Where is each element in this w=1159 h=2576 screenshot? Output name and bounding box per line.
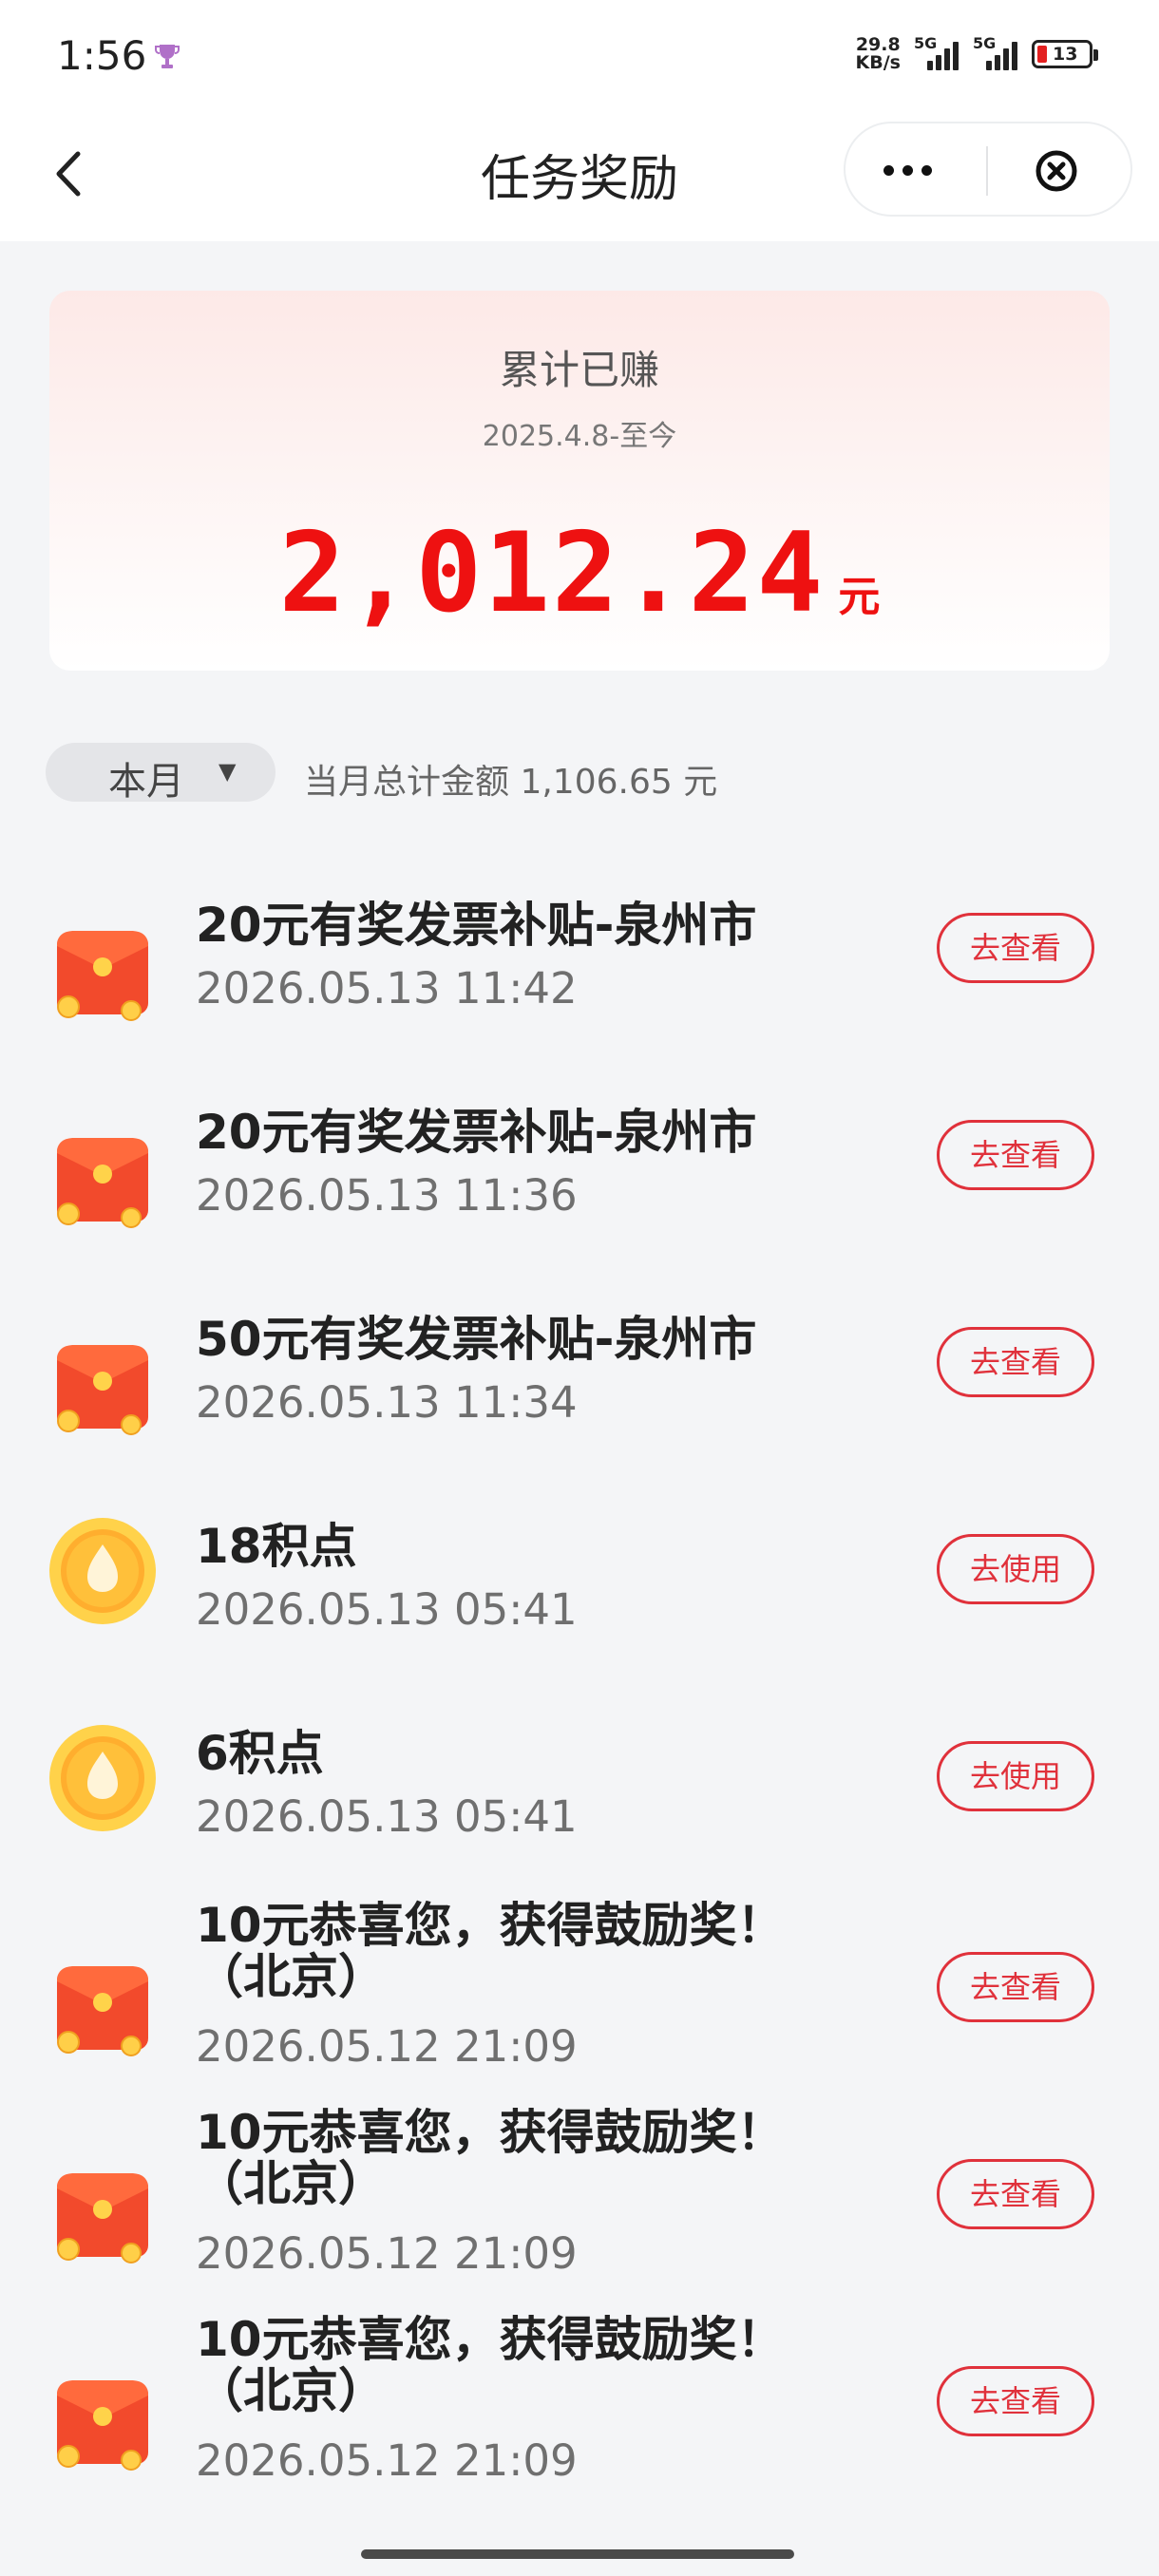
red-envelope-icon (57, 1138, 148, 1228)
summary-date-range: 2025.4.8-至今 (482, 420, 677, 453)
list-item: 10元恭喜您，获得鼓励奖！（北京） 2026.05.12 21:09 去查看 (0, 2314, 1159, 2521)
currency-unit: 元 (838, 573, 881, 621)
mini-program-capsule (844, 122, 1132, 217)
battery-level (1037, 46, 1047, 63)
list-item: 20元有奖发票补贴-泉州市 2026.05.13 11:42 去查看 (0, 866, 1159, 1073)
red-envelope-icon (57, 2173, 148, 2263)
caret-down-icon: ▼ (218, 758, 237, 785)
trophy-icon (155, 45, 180, 68)
month-selector[interactable]: 本月 ▼ (46, 743, 276, 804)
battery-icon: 13 (1032, 40, 1098, 68)
view-button[interactable]: 去查看 (937, 1327, 1094, 1397)
status-bar: 1:56 29.8 KB/s 5G 5G 13 (0, 0, 1159, 114)
list-item: 18积点 2026.05.13 05:41 去使用 (0, 1487, 1159, 1695)
reward-date: 2026.05.13 05:41 (196, 1584, 578, 1635)
reward-date: 2026.05.12 21:09 (196, 2228, 578, 2279)
list-item: 10元恭喜您，获得鼓励奖！（北京） 2026.05.12 21:09 去查看 (0, 2107, 1159, 2314)
signal-tag-2: 5G (973, 34, 997, 52)
list-item: 10元恭喜您，获得鼓励奖！（北京） 2026.05.12 21:09 去查看 (0, 1900, 1159, 2107)
reward-date: 2026.05.12 21:09 (196, 2435, 578, 2486)
reward-title: 10元恭喜您，获得鼓励奖！（北京） (196, 1898, 785, 2004)
list-item: 6积点 2026.05.13 05:41 去使用 (0, 1695, 1159, 1902)
signal-tag: 5G (914, 34, 938, 52)
capsule-divider (986, 146, 988, 196)
month-total-amount: 当月总计金额 1,106.65 元 (304, 763, 718, 802)
reward-date: 2026.05.13 11:36 (196, 1170, 578, 1221)
summary-label: 累计已赚 (499, 347, 659, 393)
list-item: 20元有奖发票补贴-泉州市 2026.05.13 11:36 去查看 (0, 1073, 1159, 1280)
use-button[interactable]: 去使用 (937, 1534, 1094, 1604)
reward-title: 20元有奖发票补贴-泉州市 (196, 898, 757, 953)
close-button[interactable] (1034, 148, 1079, 194)
view-button[interactable]: 去查看 (937, 913, 1094, 983)
reward-date: 2026.05.13 11:42 (196, 963, 578, 1013)
view-button[interactable]: 去查看 (937, 1952, 1094, 2022)
status-time: 1:56 (57, 32, 147, 79)
red-envelope-icon (57, 1966, 148, 2056)
list-item: 50元有奖发票补贴-泉州市 2026.05.13 11:34 去查看 (0, 1280, 1159, 1487)
reward-title: 50元有奖发票补贴-泉州市 (196, 1312, 757, 1367)
reward-date: 2026.05.13 05:41 (196, 1791, 578, 1842)
reward-title: 6积点 (196, 1726, 324, 1781)
home-indicator[interactable] (361, 2549, 794, 2559)
battery-percent: 13 (1053, 44, 1078, 65)
reward-date: 2026.05.13 11:34 (196, 1377, 578, 1428)
red-envelope-icon (57, 931, 148, 1021)
nav-bar: 任务奖励 (0, 114, 1159, 241)
circle-close-icon (1036, 150, 1077, 192)
use-button[interactable]: 去使用 (937, 1741, 1094, 1811)
signal-strength-icon-2: 5G (973, 34, 1018, 70)
month-filter-row: 本月 ▼ 当月总计金额 1,106.65 元 (46, 743, 1119, 804)
reward-title: 10元恭喜您，获得鼓励奖！（北京） (196, 2105, 785, 2211)
month-selector-label: 本月 (108, 760, 184, 804)
red-envelope-icon (57, 2380, 148, 2471)
total-amount: 2,012.24 (278, 509, 826, 637)
more-button[interactable] (884, 165, 932, 176)
reward-date: 2026.05.12 21:09 (196, 2021, 578, 2072)
more-dots-icon (884, 165, 894, 176)
reward-title: 20元有奖发票补贴-泉州市 (196, 1105, 757, 1160)
points-coin-icon (49, 1725, 156, 1831)
view-button[interactable]: 去查看 (937, 1120, 1094, 1190)
status-indicators: 29.8 KB/s 5G 5G 13 (855, 34, 1098, 73)
reward-title: 10元恭喜您，获得鼓励奖！（北京） (196, 2312, 785, 2418)
network-speed: 29.8 KB/s (855, 34, 901, 73)
view-button[interactable]: 去查看 (937, 2366, 1094, 2436)
earnings-summary-card: 累计已赚 2025.4.8-至今 2,012.24 元 (49, 291, 1110, 671)
reward-title: 18积点 (196, 1519, 357, 1574)
summary-amount: 2,012.24 元 (49, 509, 1110, 637)
red-envelope-icon (57, 1345, 148, 1435)
view-button[interactable]: 去查看 (937, 2159, 1094, 2229)
signal-strength-icon: 5G (914, 34, 960, 70)
points-coin-icon (49, 1518, 156, 1624)
